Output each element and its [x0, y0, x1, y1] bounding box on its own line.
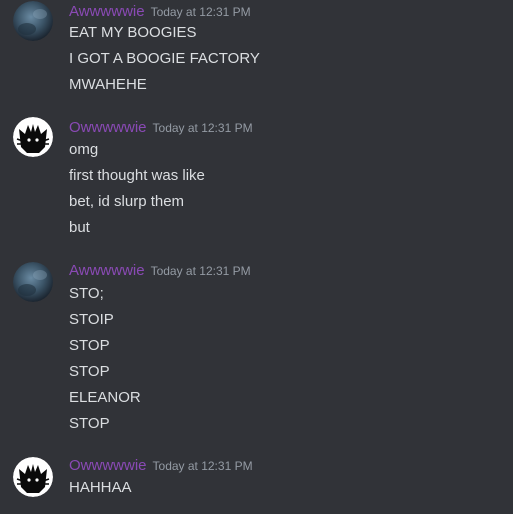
- message-text: first thought was like: [69, 167, 205, 184]
- message-text: but: [69, 219, 90, 236]
- message-header: Awwwwwie Today at 12:31 PM: [69, 260, 251, 282]
- message-text: STOP: [69, 363, 110, 380]
- message-text: bet, id slurp them: [69, 193, 185, 210]
- message-text: I GOT A BOOGIE FACTORY: [69, 50, 260, 67]
- black-cat-silhouette-avatar-icon[interactable]: [13, 117, 53, 157]
- message-text: STOP: [69, 415, 110, 432]
- message-text: HAHHAA: [69, 479, 132, 496]
- dark-blue-round-avatar-icon[interactable]: [13, 262, 53, 302]
- message-header: Owwwwwie Today at 12:31 PM: [69, 117, 253, 139]
- timestamp: Today at 12:31 PM: [150, 5, 251, 19]
- message-text: omg: [69, 141, 99, 158]
- message-text: ELEANOR: [69, 389, 141, 406]
- timestamp: Today at 12:31 PM: [152, 459, 253, 473]
- message-text: EAT MY BOOGIES: [69, 24, 197, 41]
- username[interactable]: Owwwwwie: [69, 457, 147, 474]
- message-text: MWAHEHE: [69, 76, 147, 93]
- message-header: Owwwwwie Today at 12:31 PM: [69, 455, 253, 477]
- message-text: STO;: [69, 285, 104, 302]
- dark-blue-round-avatar-icon[interactable]: [13, 1, 53, 41]
- username[interactable]: Owwwwwie: [69, 119, 147, 136]
- username[interactable]: Awwwwwie: [69, 3, 145, 20]
- timestamp: Today at 12:31 PM: [152, 121, 253, 135]
- username[interactable]: Awwwwwie: [69, 262, 145, 279]
- message-text: STOP: [69, 337, 110, 354]
- timestamp: Today at 12:31 PM: [150, 264, 251, 278]
- black-cat-silhouette-avatar-icon[interactable]: [13, 457, 53, 497]
- message-header: Awwwwwie Today at 12:31 PM: [69, 1, 251, 23]
- message-text: STOIP: [69, 311, 114, 328]
